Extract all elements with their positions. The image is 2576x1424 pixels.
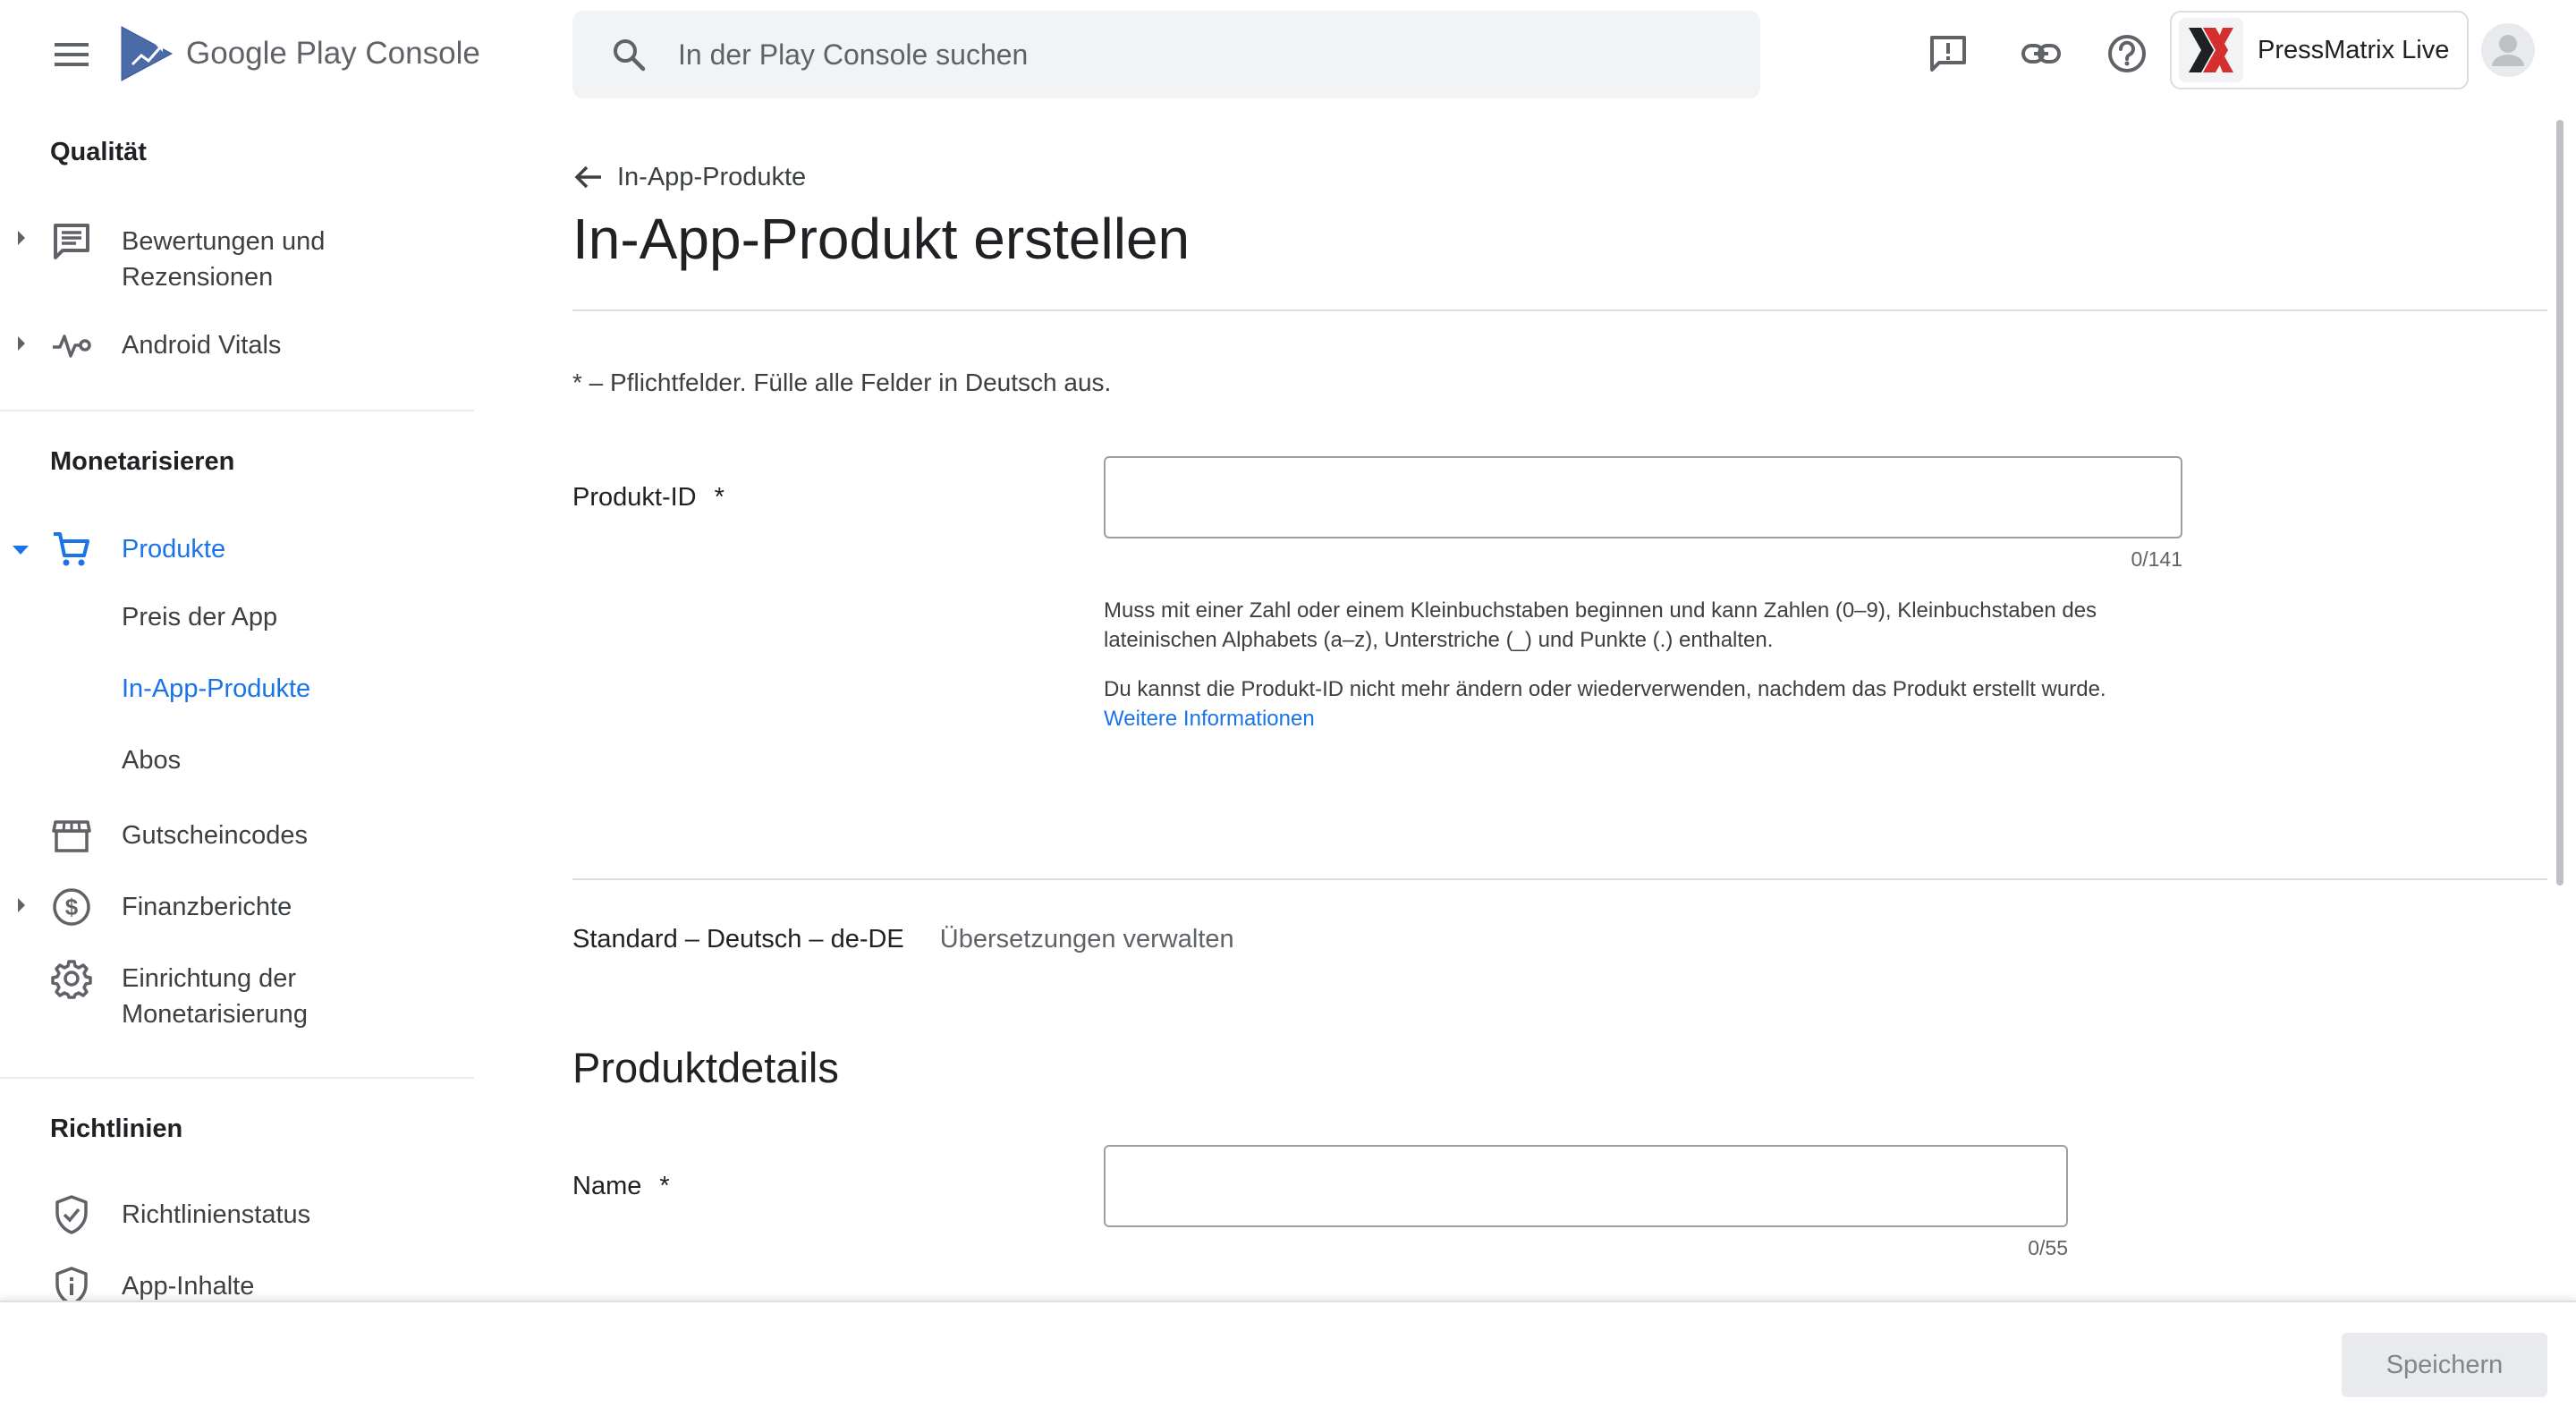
sidebar-item-label: Android Vitals: [122, 331, 282, 360]
sidebar-item-products[interactable]: Produkte: [0, 528, 474, 571]
sidebar-item-app-price[interactable]: Preis der App: [122, 599, 277, 635]
expand-caret-icon[interactable]: [16, 896, 27, 914]
help-button[interactable]: [2102, 29, 2152, 79]
feedback-icon: [1930, 36, 1966, 72]
page-scrollbar[interactable]: [2556, 120, 2563, 886]
link-icon: [2021, 44, 2061, 64]
sidebar-divider: [0, 410, 474, 411]
sidebar-item-label: Richtlinienstatus: [122, 1200, 311, 1229]
logo-brand: Google Play: [186, 36, 357, 71]
sidebar: Qualität Bewertungen und Rezensionen And…: [0, 107, 474, 1301]
help-icon: [2108, 35, 2146, 72]
product-id-label: Produkt-ID *: [572, 483, 724, 513]
sidebar-item-app-content[interactable]: App-Inhalte: [0, 1265, 474, 1301]
breadcrumb[interactable]: In-App-Produkte: [572, 161, 806, 193]
sidebar-section-monetize: Monetarisieren: [50, 447, 235, 476]
default-language: Standard – Deutsch – de-DE: [572, 925, 904, 954]
language-row: Standard – Deutsch – de-DE Übersetzungen…: [572, 925, 1234, 954]
logo-product: Console: [365, 36, 480, 71]
name-label: Name *: [572, 1172, 670, 1201]
play-console-logo-icon: [121, 26, 174, 81]
sidebar-item-subscriptions[interactable]: Abos: [122, 742, 181, 778]
product-id-help-permanent: Du kannst die Produkt-ID nicht mehr ände…: [1104, 674, 2186, 733]
required-fields-note: * – Pflichtfelder. Fülle alle Felder in …: [572, 369, 1112, 396]
logo-text: Google Play Console: [186, 36, 480, 72]
store-icon: [50, 814, 93, 857]
vitals-icon: [50, 324, 93, 367]
save-button[interactable]: Speichern: [2342, 1333, 2547, 1397]
gear-icon: [50, 957, 93, 1000]
product-id-help-permanent-text: Du kannst die Produkt-ID nicht mehr ände…: [1104, 677, 2106, 701]
sidebar-item-label: App-Inhalte: [122, 1272, 255, 1301]
dollar-icon: $: [50, 886, 93, 928]
main-content: In-App-Produkte In-App-Produkt erstellen…: [572, 107, 2549, 1301]
pressmatrix-logo-icon: [2189, 28, 2233, 72]
product-id-input[interactable]: [1104, 456, 2182, 538]
sidebar-item-promo-codes[interactable]: Gutscheincodes: [0, 814, 474, 857]
learn-more-link[interactable]: Weitere Informationen: [1104, 704, 2186, 733]
sidebar-item-policy-status[interactable]: Richtlinienstatus: [0, 1193, 474, 1236]
shield-check-icon: [50, 1193, 93, 1236]
sidebar-section-quality: Qualität: [50, 138, 147, 166]
search-icon: [606, 32, 651, 77]
search-bar[interactable]: In der Play Console suchen: [572, 11, 1760, 98]
app-name: PressMatrix Live: [2258, 35, 2450, 64]
product-id-help-format: Muss mit einer Zahl oder einem Kleinbuch…: [1104, 598, 2097, 652]
name-label-text: Name: [572, 1172, 642, 1200]
sidebar-item-financial-reports[interactable]: $ Finanzberichte: [0, 886, 474, 928]
sidebar-section-policy: Richtlinien: [50, 1115, 183, 1143]
required-mark: *: [714, 483, 724, 512]
svg-text:$: $: [65, 894, 79, 920]
product-id-label-text: Produkt-ID: [572, 483, 697, 512]
shield-info-icon: [50, 1265, 93, 1301]
account-avatar[interactable]: [2481, 23, 2535, 77]
expand-caret-icon[interactable]: [16, 229, 27, 247]
product-id-counter: 0/141: [2131, 547, 2182, 571]
collapse-caret-icon[interactable]: [11, 544, 30, 556]
section-divider: [572, 878, 2547, 880]
menu-button[interactable]: [45, 32, 98, 77]
cart-icon: [50, 528, 93, 571]
sidebar-item-label: Finanzberichte: [122, 893, 292, 921]
search-input[interactable]: In der Play Console suchen: [678, 38, 1028, 72]
sidebar-item-android-vitals[interactable]: Android Vitals: [0, 324, 474, 367]
play-console-logo[interactable]: Google Play Console: [120, 25, 480, 82]
app-switcher[interactable]: PressMatrix Live: [2170, 11, 2469, 89]
top-bar: Google Play Console In der Play Console …: [0, 0, 2576, 107]
name-input[interactable]: [1104, 1145, 2068, 1227]
page-title: In-App-Produkt erstellen: [572, 207, 1191, 271]
sidebar-item-in-app-products[interactable]: In-App-Produkte: [122, 671, 310, 707]
manage-translations-button[interactable]: Übersetzungen verwalten: [940, 925, 1234, 954]
footer-bar: Speichern: [0, 1301, 2576, 1424]
required-mark: *: [659, 1172, 670, 1200]
sidebar-divider: [0, 1077, 474, 1079]
product-details-heading: Produktdetails: [572, 1044, 839, 1091]
expand-caret-icon[interactable]: [16, 335, 27, 352]
title-divider: [572, 309, 2547, 311]
sidebar-item-label: Gutscheincodes: [122, 821, 308, 850]
sidebar-item-monetization-setup[interactable]: Einrichtung der Monetarisierung: [0, 957, 474, 1038]
link-button[interactable]: [2016, 29, 2066, 79]
app-logo: [2179, 18, 2243, 82]
account-avatar-icon: [2492, 35, 2524, 66]
menu-icon: [55, 43, 89, 66]
feedback-button[interactable]: [1923, 29, 1973, 79]
sidebar-item-label: Einrichtung der Monetarisierung: [122, 964, 308, 1029]
breadcrumb-link[interactable]: In-App-Produkte: [617, 163, 806, 192]
sidebar-item-label: Bewertungen und Rezensionen: [122, 227, 326, 292]
back-arrow-icon[interactable]: [572, 161, 605, 193]
sidebar-item-label: Produkte: [122, 535, 226, 564]
name-counter: 0/55: [2028, 1236, 2068, 1259]
sidebar-item-reviews[interactable]: Bewertungen und Rezensionen: [0, 220, 474, 301]
reviews-icon: [50, 220, 93, 263]
